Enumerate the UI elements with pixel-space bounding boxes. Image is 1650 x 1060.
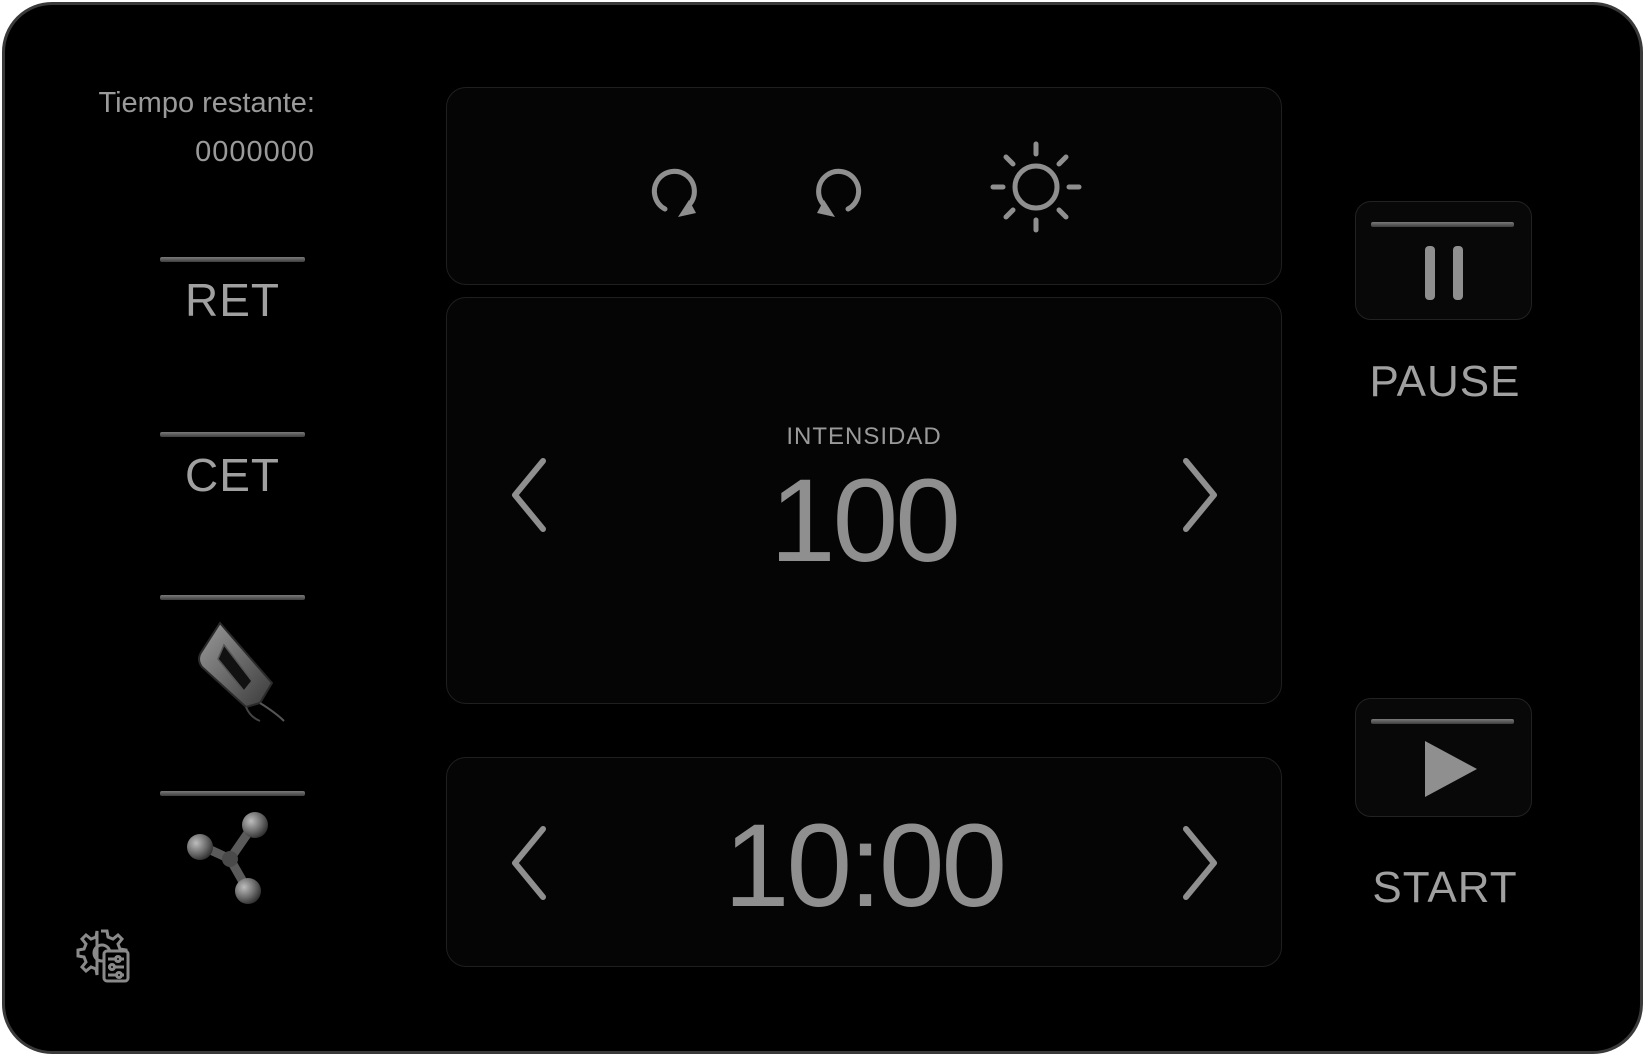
mode-indicator-bar (160, 791, 305, 796)
mode-cet-label: CET (185, 449, 280, 501)
play-icon (1425, 741, 1477, 797)
timer-panel: 10:00 (446, 757, 1282, 967)
time-remaining-label: Tiempo restante: (98, 87, 315, 119)
handpiece-icon (198, 621, 285, 722)
timer-increase-chevron-icon[interactable] (1180, 823, 1220, 903)
intensity-value: 100 (770, 455, 961, 587)
rotate-clockwise-icon[interactable] (645, 163, 705, 223)
mode-handpiece-button[interactable] (160, 595, 305, 725)
mode-cet-button[interactable]: CET (160, 432, 305, 542)
start-label: START (1372, 863, 1518, 912)
intensity-panel: INTENSIDAD 100 (446, 297, 1282, 704)
device-screen: Tiempo restante: 0000000 RET CET INTENSI… (2, 2, 1643, 1054)
mode-indicator-bar (160, 432, 305, 437)
mode-indicator-bar (160, 257, 305, 262)
time-remaining-value: 0000000 (195, 136, 315, 168)
mode-indicator-bar (160, 595, 305, 600)
start-indicator-bar (1371, 719, 1514, 724)
settings-gear-icon[interactable] (73, 927, 135, 985)
timer-value: 10:00 (723, 800, 1007, 932)
top-panel (446, 87, 1282, 285)
pause-button[interactable] (1355, 201, 1532, 320)
tripolar-electrode-icon (187, 812, 268, 904)
rotate-counterclockwise-icon[interactable] (808, 163, 868, 223)
mode-ret-label: RET (185, 274, 280, 326)
mode-ret-button[interactable]: RET (160, 257, 305, 367)
intensity-label: INTENSIDAD (786, 423, 942, 450)
mode-tripolar-button[interactable] (160, 791, 305, 921)
pause-indicator-bar (1371, 222, 1514, 227)
pause-label: PAUSE (1369, 357, 1521, 406)
start-button[interactable] (1355, 698, 1532, 817)
brightness-icon[interactable] (989, 140, 1083, 234)
pause-icon (1425, 246, 1463, 300)
intensity-increase-chevron-icon[interactable] (1180, 455, 1220, 535)
